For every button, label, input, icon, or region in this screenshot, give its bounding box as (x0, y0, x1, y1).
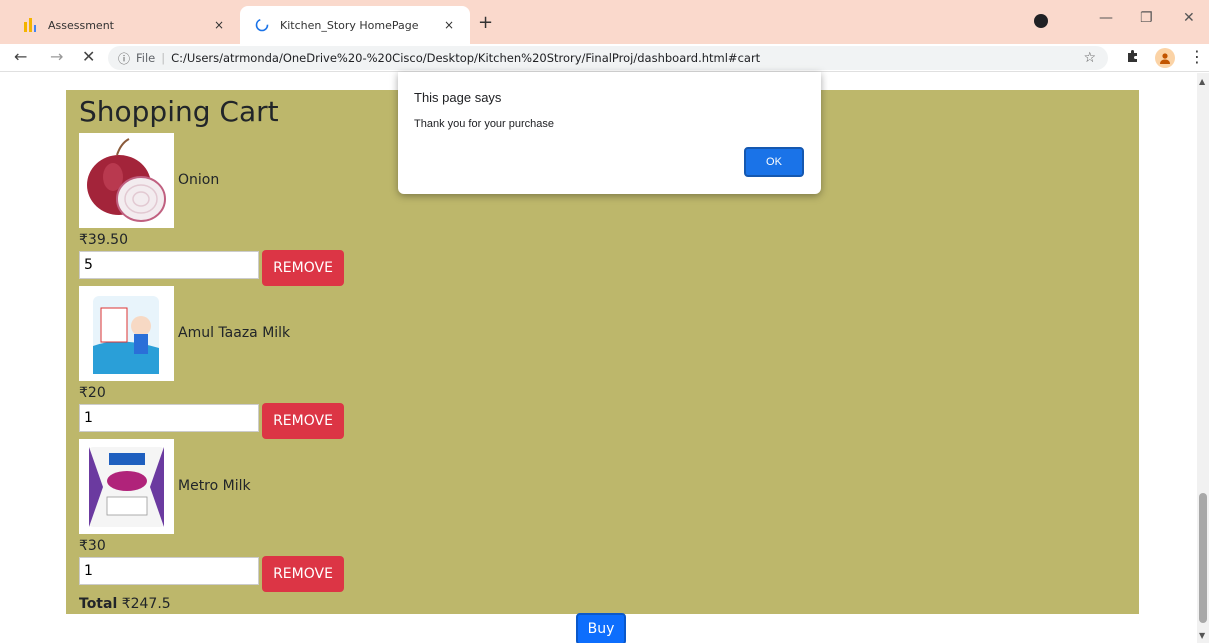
item-price: ₹20 (79, 385, 106, 401)
loading-spinner-icon (254, 17, 270, 33)
stop-button[interactable]: ✕ (82, 47, 95, 66)
bar-chart-icon (22, 17, 38, 33)
close-icon[interactable]: × (440, 18, 458, 32)
tab-assessment[interactable]: Assessment × (8, 6, 240, 44)
puzzle-extensions-icon[interactable] (1126, 49, 1140, 67)
scroll-down-arrow-icon[interactable]: ▼ (1199, 631, 1205, 640)
remove-button[interactable]: REMOVE (262, 403, 344, 439)
remove-button[interactable]: REMOVE (262, 556, 344, 592)
forward-button[interactable]: → (50, 47, 63, 66)
tab-strip: Assessment × Kitchen_Story HomePage × + … (0, 0, 1209, 44)
metro-milk-image (79, 439, 174, 534)
dialog-title: This page says (414, 90, 502, 105)
tab-title: Assessment (48, 18, 114, 32)
item-name: Amul Taaza Milk (178, 325, 291, 341)
window-close-button[interactable]: ✕ (1183, 10, 1195, 26)
restore-button[interactable]: ❐ (1140, 10, 1153, 26)
close-icon[interactable]: × (210, 18, 228, 32)
tab-kitchen-story[interactable]: Kitchen_Story HomePage × (240, 6, 470, 44)
back-button[interactable]: ← (14, 47, 27, 66)
url-separator: | (161, 51, 166, 65)
page-scrollbar[interactable]: ▲ ▼ (1197, 73, 1209, 643)
total-label: Total (79, 596, 118, 612)
onion-image (79, 133, 174, 228)
item-name: Metro Milk (178, 478, 251, 494)
browser-toolbar: ← → ✕ ⓘ File | C:/Users/atrmonda/OneDriv… (0, 44, 1209, 72)
remove-button[interactable]: REMOVE (262, 250, 344, 286)
dialog-message: Thank you for your purchase (414, 118, 555, 130)
scrollbar-thumb[interactable] (1199, 493, 1207, 623)
ok-button[interactable]: OK (744, 147, 804, 177)
page-title: Shopping Cart (79, 95, 279, 128)
total-value: ₹247.5 (121, 596, 171, 612)
tab-title: Kitchen_Story HomePage (280, 18, 419, 32)
profile-avatar-icon[interactable] (1155, 48, 1175, 68)
new-tab-button[interactable]: + (478, 12, 493, 33)
cart-total: Total ₹247.5 (79, 596, 171, 612)
minimize-button[interactable]: — (1099, 10, 1113, 26)
menu-icon[interactable]: ⋮ (1189, 47, 1205, 66)
scroll-up-arrow-icon[interactable]: ▲ (1199, 77, 1205, 86)
address-bar[interactable]: ⓘ File | C:/Users/atrmonda/OneDrive%20-%… (108, 46, 1108, 70)
quantity-input[interactable] (79, 557, 259, 585)
info-icon[interactable]: ⓘ (118, 50, 130, 67)
item-name: Onion (178, 172, 220, 188)
buy-button[interactable]: Buy (576, 613, 626, 643)
extension-icon[interactable] (1034, 14, 1048, 28)
alert-dialog: This page says Thank you for your purcha… (398, 72, 821, 194)
quantity-input[interactable] (79, 404, 259, 432)
bookmark-star-icon[interactable]: ☆ (1083, 50, 1096, 66)
amul-milk-image (79, 286, 174, 381)
url-text[interactable]: C:/Users/atrmonda/OneDrive%20-%20Cisco/D… (171, 51, 760, 65)
item-price: ₹30 (79, 538, 106, 554)
url-scheme: File (136, 51, 156, 65)
item-price: ₹39.50 (79, 232, 128, 248)
quantity-input[interactable] (79, 251, 259, 279)
